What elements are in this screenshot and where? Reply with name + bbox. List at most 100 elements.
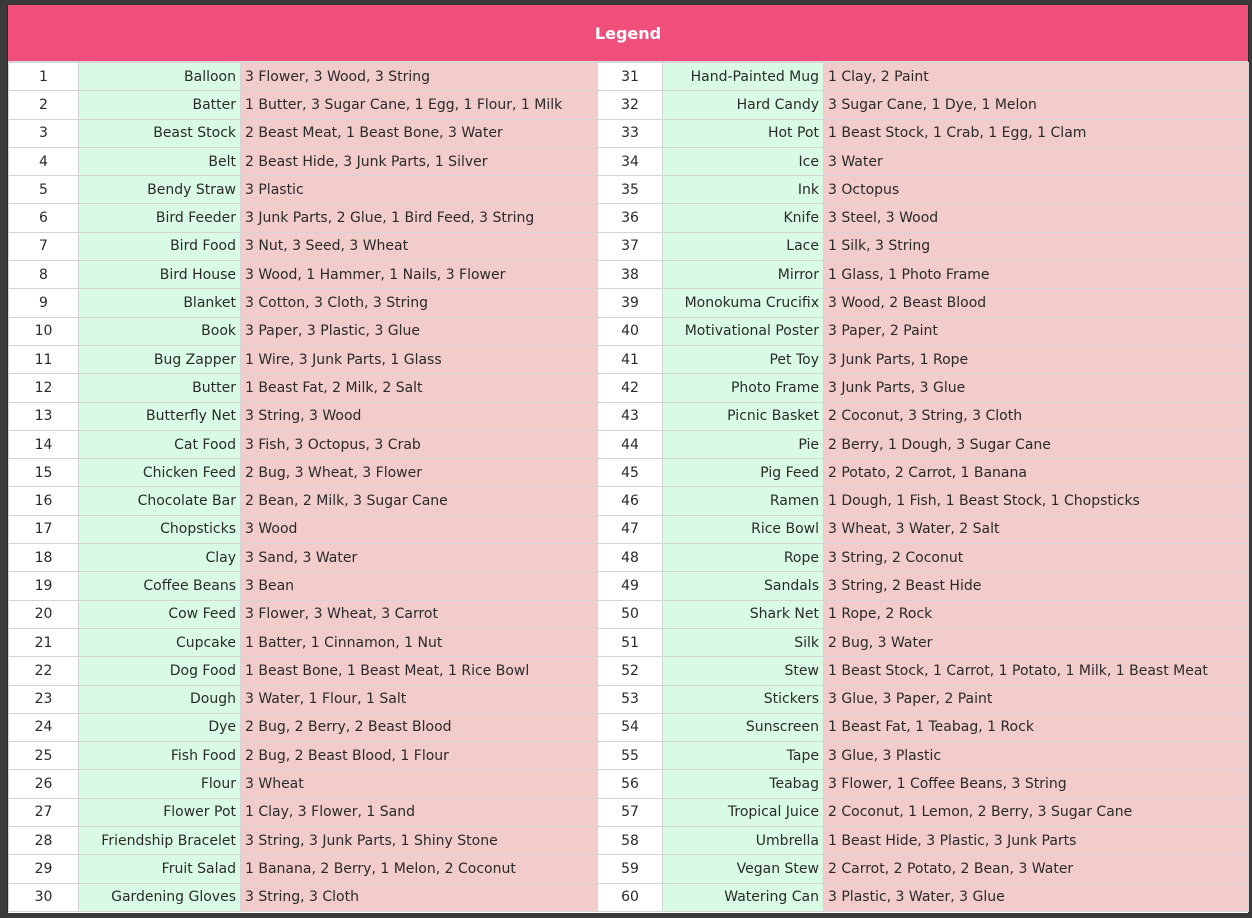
recipe-ingredients-cell[interactable]: 1 Butter, 3 Sugar Cane, 1 Egg, 1 Flour, … — [240, 90, 598, 120]
recipe-ingredients-cell[interactable]: 3 Glue, 3 Plastic — [823, 741, 1249, 771]
recipe-ingredients-cell[interactable]: 3 String, 3 Cloth — [240, 882, 598, 912]
recipe-item-cell[interactable]: Tropical Juice — [662, 797, 824, 828]
recipe-number-cell[interactable]: 32 — [597, 90, 663, 120]
recipe-item-cell[interactable]: Monokuma Crucifix — [662, 288, 824, 318]
recipe-ingredients-cell[interactable]: 1 Beast Fat, 1 Teabag, 1 Rock — [823, 712, 1249, 743]
recipe-number-cell[interactable]: 20 — [8, 599, 79, 629]
recipe-number-cell[interactable]: 23 — [8, 684, 79, 714]
recipe-item-cell[interactable]: Shark Net — [662, 599, 824, 629]
recipe-number-cell[interactable]: 14 — [8, 429, 79, 460]
recipe-number-cell[interactable]: 28 — [8, 826, 79, 856]
recipe-item-cell[interactable]: Rice Bowl — [662, 514, 824, 545]
recipe-number-cell[interactable]: 29 — [8, 854, 79, 884]
recipe-item-cell[interactable]: Hand-Painted Mug — [662, 61, 824, 92]
recipe-number-cell[interactable]: 7 — [8, 231, 79, 262]
recipe-item-cell[interactable]: Dough — [78, 684, 241, 714]
recipe-number-cell[interactable]: 43 — [597, 401, 663, 431]
recipe-number-cell[interactable]: 53 — [597, 684, 663, 714]
recipe-item-cell[interactable]: Hard Candy — [662, 90, 824, 120]
recipe-number-cell[interactable]: 30 — [8, 882, 79, 912]
recipe-number-cell[interactable]: 55 — [597, 741, 663, 771]
recipe-number-cell[interactable]: 44 — [597, 429, 663, 460]
recipe-number-cell[interactable]: 50 — [597, 599, 663, 629]
recipe-item-cell[interactable]: Watering Can — [662, 882, 824, 912]
recipe-ingredients-cell[interactable]: 1 Beast Stock, 1 Crab, 1 Egg, 1 Clam — [823, 118, 1249, 148]
recipe-number-cell[interactable]: 17 — [8, 514, 79, 545]
recipe-number-cell[interactable]: 60 — [597, 882, 663, 912]
recipe-item-cell[interactable]: Beast Stock — [78, 118, 241, 148]
recipe-item-cell[interactable]: Batter — [78, 90, 241, 120]
recipe-number-cell[interactable]: 13 — [8, 401, 79, 431]
recipe-ingredients-cell[interactable]: 1 Clay, 2 Paint — [823, 61, 1249, 92]
recipe-item-cell[interactable]: Fruit Salad — [78, 854, 241, 884]
recipe-ingredients-cell[interactable]: 1 Wire, 3 Junk Parts, 1 Glass — [240, 344, 598, 375]
recipe-item-cell[interactable]: Chicken Feed — [78, 458, 241, 488]
recipe-item-cell[interactable]: Balloon — [78, 61, 241, 92]
recipe-ingredients-cell[interactable]: 3 Flower, 3 Wheat, 3 Carrot — [240, 599, 598, 629]
recipe-ingredients-cell[interactable]: 1 Silk, 3 String — [823, 231, 1249, 262]
recipe-number-cell[interactable]: 22 — [8, 656, 79, 686]
recipe-number-cell[interactable]: 6 — [8, 203, 79, 233]
recipe-item-cell[interactable]: Friendship Bracelet — [78, 826, 241, 856]
recipe-ingredients-cell[interactable]: 2 Beast Meat, 1 Beast Bone, 3 Water — [240, 118, 598, 148]
recipe-number-cell[interactable]: 26 — [8, 769, 79, 799]
recipe-ingredients-cell[interactable]: 1 Beast Fat, 2 Milk, 2 Salt — [240, 373, 598, 403]
recipe-ingredients-cell[interactable]: 2 Bug, 2 Beast Blood, 1 Flour — [240, 741, 598, 771]
recipe-ingredients-cell[interactable]: 3 String, 2 Coconut — [823, 543, 1249, 573]
recipe-ingredients-cell[interactable]: 3 Steel, 3 Wood — [823, 203, 1249, 233]
recipe-number-cell[interactable]: 35 — [597, 175, 663, 205]
recipe-item-cell[interactable]: Book — [78, 316, 241, 346]
recipe-number-cell[interactable]: 39 — [597, 288, 663, 318]
recipe-ingredients-cell[interactable]: 3 Flower, 3 Wood, 3 String — [240, 61, 598, 92]
recipe-item-cell[interactable]: Dye — [78, 712, 241, 743]
recipe-number-cell[interactable]: 15 — [8, 458, 79, 488]
recipe-item-cell[interactable]: Photo Frame — [662, 373, 824, 403]
recipe-item-cell[interactable]: Stickers — [662, 684, 824, 714]
recipe-item-cell[interactable]: Bendy Straw — [78, 175, 241, 205]
recipe-item-cell[interactable]: Butter — [78, 373, 241, 403]
recipe-number-cell[interactable]: 10 — [8, 316, 79, 346]
recipe-ingredients-cell[interactable]: 3 Sand, 3 Water — [240, 543, 598, 573]
recipe-ingredients-cell[interactable]: 3 Wheat — [240, 769, 598, 799]
recipe-item-cell[interactable]: Clay — [78, 543, 241, 573]
recipe-ingredients-cell[interactable]: 3 Flower, 1 Coffee Beans, 3 String — [823, 769, 1249, 799]
recipe-item-cell[interactable]: Coffee Beans — [78, 571, 241, 601]
recipe-number-cell[interactable]: 3 — [8, 118, 79, 148]
recipe-number-cell[interactable]: 16 — [8, 486, 79, 516]
recipe-item-cell[interactable]: Umbrella — [662, 826, 824, 856]
recipe-number-cell[interactable]: 56 — [597, 769, 663, 799]
recipe-number-cell[interactable]: 25 — [8, 741, 79, 771]
recipe-ingredients-cell[interactable]: 3 Wheat, 3 Water, 2 Salt — [823, 514, 1249, 545]
recipe-item-cell[interactable]: Gardening Gloves — [78, 882, 241, 912]
recipe-ingredients-cell[interactable]: 2 Bug, 3 Wheat, 3 Flower — [240, 458, 598, 488]
legend-header[interactable]: Legend — [8, 5, 1248, 62]
recipe-item-cell[interactable]: Ink — [662, 175, 824, 205]
recipe-number-cell[interactable]: 2 — [8, 90, 79, 120]
recipe-number-cell[interactable]: 1 — [8, 61, 79, 92]
recipe-ingredients-cell[interactable]: 1 Beast Bone, 1 Beast Meat, 1 Rice Bowl — [240, 656, 598, 686]
recipe-ingredients-cell[interactable]: 1 Rope, 2 Rock — [823, 599, 1249, 629]
recipe-number-cell[interactable]: 31 — [597, 61, 663, 92]
recipe-item-cell[interactable]: Teabag — [662, 769, 824, 799]
recipe-item-cell[interactable]: Sunscreen — [662, 712, 824, 743]
recipe-item-cell[interactable]: Mirror — [662, 260, 824, 290]
recipe-number-cell[interactable]: 9 — [8, 288, 79, 318]
recipe-ingredients-cell[interactable]: 3 Sugar Cane, 1 Dye, 1 Melon — [823, 90, 1249, 120]
recipe-number-cell[interactable]: 11 — [8, 344, 79, 375]
recipe-number-cell[interactable]: 51 — [597, 627, 663, 658]
recipe-item-cell[interactable]: Fish Food — [78, 741, 241, 771]
recipe-ingredients-cell[interactable]: 2 Beast Hide, 3 Junk Parts, 1 Silver — [240, 146, 598, 177]
recipe-item-cell[interactable]: Motivational Poster — [662, 316, 824, 346]
recipe-ingredients-cell[interactable]: 1 Dough, 1 Fish, 1 Beast Stock, 1 Chopst… — [823, 486, 1249, 516]
recipe-number-cell[interactable]: 37 — [597, 231, 663, 262]
recipe-item-cell[interactable]: Rope — [662, 543, 824, 573]
recipe-ingredients-cell[interactable]: 2 Bean, 2 Milk, 3 Sugar Cane — [240, 486, 598, 516]
recipe-item-cell[interactable]: Butterfly Net — [78, 401, 241, 431]
recipe-ingredients-cell[interactable]: 3 Cotton, 3 Cloth, 3 String — [240, 288, 598, 318]
recipe-number-cell[interactable]: 49 — [597, 571, 663, 601]
recipe-item-cell[interactable]: Flour — [78, 769, 241, 799]
recipe-ingredients-cell[interactable]: 1 Clay, 3 Flower, 1 Sand — [240, 797, 598, 828]
recipe-ingredients-cell[interactable]: 3 Water — [823, 146, 1249, 177]
recipe-item-cell[interactable]: Hot Pot — [662, 118, 824, 148]
recipe-item-cell[interactable]: Silk — [662, 627, 824, 658]
